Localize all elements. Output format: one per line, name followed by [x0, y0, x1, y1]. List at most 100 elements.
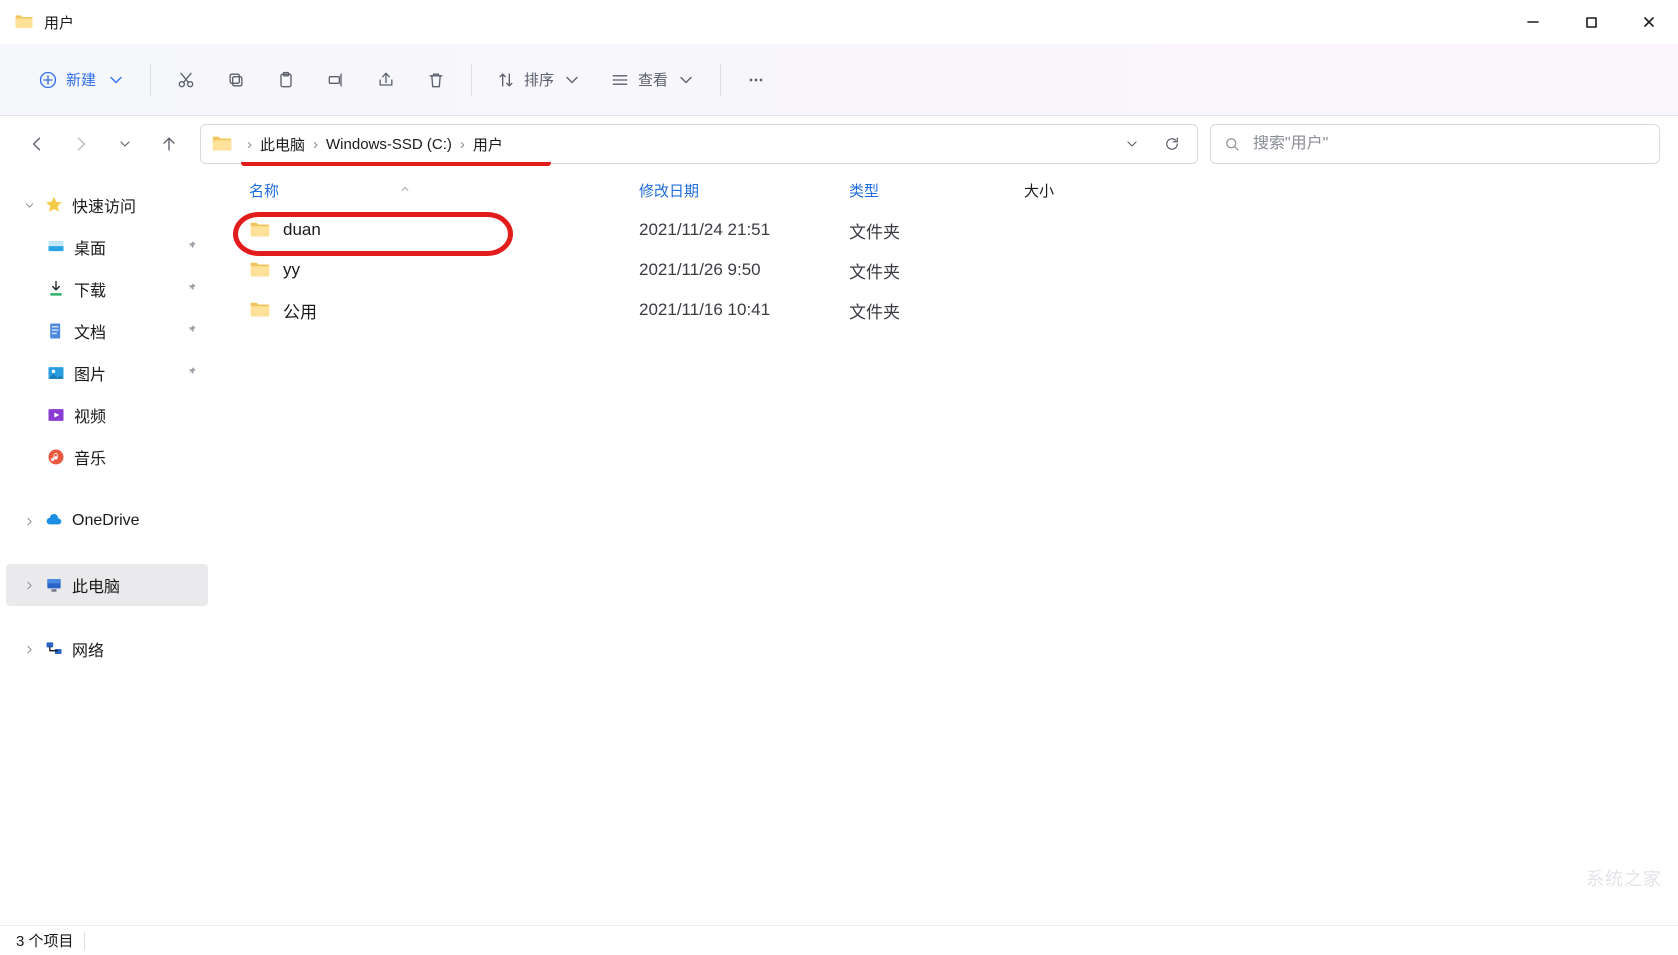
view-button-label: 查看: [638, 69, 668, 90]
rename-button[interactable]: [315, 61, 357, 99]
minimize-button[interactable]: [1504, 0, 1562, 44]
forward-button[interactable]: [62, 125, 100, 163]
folder-icon: [249, 219, 271, 241]
column-header-name-label: 名称: [249, 180, 279, 201]
expand-icon[interactable]: [22, 199, 36, 212]
cut-button[interactable]: [165, 61, 207, 99]
nav-this-pc[interactable]: 此电脑: [6, 564, 208, 606]
nav-desktop[interactable]: 桌面: [6, 226, 208, 268]
column-header-type[interactable]: 类型: [849, 180, 1024, 201]
search-input[interactable]: [1253, 135, 1647, 153]
address-history-button[interactable]: [1115, 127, 1149, 161]
nav-label: 网络: [72, 637, 104, 661]
nav-label: 桌面: [74, 235, 106, 259]
column-header-name[interactable]: 名称: [249, 180, 639, 201]
nav-label: 快速访问: [72, 193, 136, 217]
address-folder-icon: [211, 133, 233, 155]
nav-label: 此电脑: [72, 573, 120, 597]
more-button[interactable]: [735, 61, 777, 99]
share-button[interactable]: [365, 61, 407, 99]
nav-music[interactable]: 音乐: [6, 436, 208, 478]
status-item-count: 3 个项目: [16, 930, 74, 951]
search-bar[interactable]: [1210, 124, 1660, 164]
nav-quick-access[interactable]: 快速访问: [6, 184, 208, 226]
copy-button[interactable]: [215, 61, 257, 99]
sort-indicator-icon: [399, 182, 411, 199]
statusbar-divider: [84, 932, 85, 950]
toolbar: 新建 排序 查看: [0, 44, 1678, 116]
new-button-label: 新建: [66, 69, 96, 90]
nav-onedrive[interactable]: OneDrive: [6, 500, 208, 542]
folder-icon: [249, 259, 271, 281]
column-header-size[interactable]: 大小: [1024, 180, 1164, 201]
nav-videos[interactable]: 视频: [6, 394, 208, 436]
sort-button-label: 排序: [524, 69, 554, 90]
expand-icon[interactable]: [22, 579, 36, 592]
onedrive-icon: [44, 511, 64, 531]
file-name: duan: [283, 220, 321, 240]
videos-icon: [46, 405, 66, 425]
watermark: 系统之家: [1586, 865, 1662, 891]
back-button[interactable]: [18, 125, 56, 163]
file-name: 公用: [283, 298, 317, 323]
breadcrumb-part[interactable]: 此电脑: [258, 134, 307, 155]
nav-network[interactable]: 网络: [6, 628, 208, 670]
folder-icon: [249, 299, 271, 321]
paste-button[interactable]: [265, 61, 307, 99]
new-button[interactable]: 新建: [28, 61, 136, 99]
file-modified: 2021/11/24 21:51: [639, 220, 849, 240]
breadcrumb-sep-icon: ›: [307, 136, 324, 153]
search-icon: [1223, 135, 1241, 153]
desktop-icon: [46, 237, 66, 257]
file-row[interactable]: 公用 2021/11/16 10:41文件夹: [215, 290, 1678, 330]
view-button[interactable]: 查看: [600, 61, 706, 99]
star-icon: [44, 195, 64, 215]
file-type: 文件夹: [849, 218, 1024, 243]
breadcrumb-sep-icon: ›: [454, 136, 471, 153]
maximize-button[interactable]: [1562, 0, 1620, 44]
breadcrumb-part[interactable]: 用户: [471, 134, 505, 155]
toolbar-divider: [471, 64, 472, 96]
pin-icon: [186, 322, 200, 340]
file-row[interactable]: yy2021/11/26 9:50文件夹: [215, 250, 1678, 290]
file-type: 文件夹: [849, 258, 1024, 283]
expand-icon[interactable]: [22, 643, 36, 656]
this-pc-icon: [44, 575, 64, 595]
navigation-pane: 快速访问 桌面 下载 文档 图片 视频 音乐: [0, 172, 215, 925]
file-row[interactable]: duan 2021/11/24 21:51文件夹: [215, 210, 1678, 250]
breadcrumb-part[interactable]: Windows-SSD (C:): [324, 136, 454, 153]
window-title: 用户: [44, 12, 74, 33]
address-bar[interactable]: › 此电脑 › Windows-SSD (C:) › 用户: [200, 124, 1198, 164]
sort-button[interactable]: 排序: [486, 61, 592, 99]
toolbar-divider: [150, 64, 151, 96]
nav-label: 音乐: [74, 445, 106, 469]
refresh-button[interactable]: [1155, 127, 1189, 161]
pictures-icon: [46, 363, 66, 383]
up-button[interactable]: [150, 125, 188, 163]
toolbar-divider: [720, 64, 721, 96]
expand-icon[interactable]: [22, 515, 36, 528]
nav-label: 视频: [74, 403, 106, 427]
nav-pictures[interactable]: 图片: [6, 352, 208, 394]
column-header-modified[interactable]: 修改日期: [639, 180, 849, 201]
close-button[interactable]: [1620, 0, 1678, 44]
delete-button[interactable]: [415, 61, 457, 99]
pin-icon: [186, 238, 200, 256]
nav-downloads[interactable]: 下载: [6, 268, 208, 310]
nav-label: 文档: [74, 319, 106, 343]
nav-label: 图片: [74, 361, 106, 385]
pin-icon: [186, 364, 200, 382]
breadcrumb-sep-icon: ›: [241, 136, 258, 153]
file-modified: 2021/11/16 10:41: [639, 300, 849, 320]
pin-icon: [186, 280, 200, 298]
downloads-icon: [46, 279, 66, 299]
column-headers: 名称 修改日期 类型 大小: [215, 172, 1678, 210]
nav-documents[interactable]: 文档: [6, 310, 208, 352]
recent-locations-button[interactable]: [106, 125, 144, 163]
annotation-underline: [241, 160, 551, 166]
nav-label: 下载: [74, 277, 106, 301]
titlebar: 用户: [0, 0, 1678, 44]
file-type: 文件夹: [849, 298, 1024, 323]
window-controls: [1504, 0, 1678, 44]
navigation-row: › 此电脑 › Windows-SSD (C:) › 用户: [0, 116, 1678, 172]
